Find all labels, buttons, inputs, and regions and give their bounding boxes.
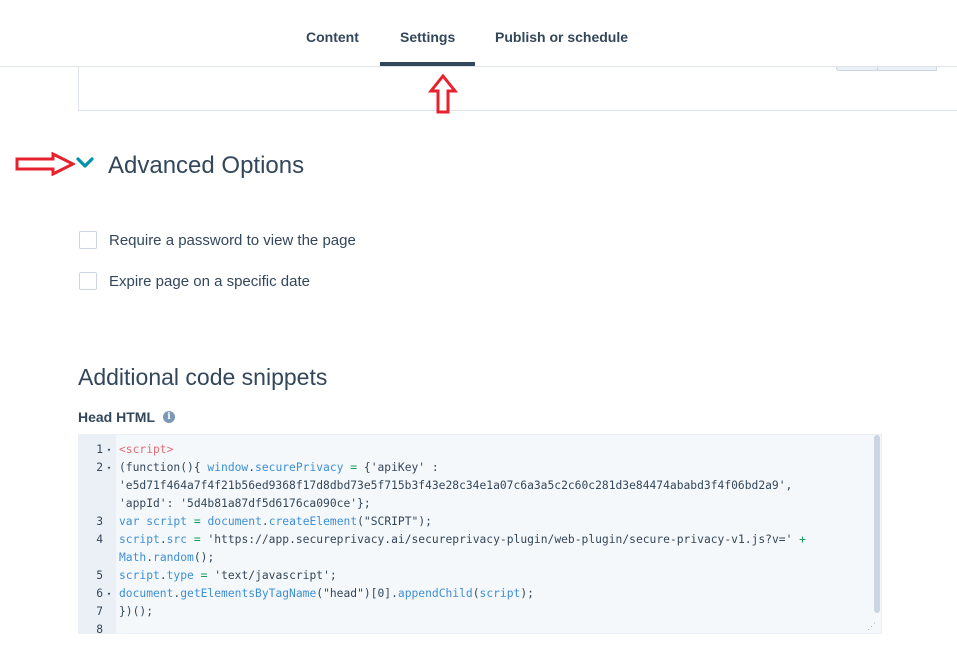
expire-page-checkbox[interactable] (79, 272, 97, 290)
resize-handle-icon[interactable]: ⋰ (867, 621, 877, 631)
tab-content[interactable]: Content (306, 29, 359, 45)
code-text[interactable]: Math.random(); (115, 549, 214, 567)
code-line[interactable]: 5 script.type = 'text/javascript'; (79, 567, 879, 585)
line-number (79, 495, 103, 513)
code-text[interactable]: <script> (115, 441, 173, 459)
line-number (79, 477, 103, 495)
code-text[interactable]: (function(){ window.securePrivacy = {'ap… (115, 459, 439, 477)
code-line[interactable]: Math.random(); (79, 549, 879, 567)
code-text[interactable]: var script = document.createElement("SCR… (115, 513, 432, 531)
code-line[interactable]: 4 script.src = 'https://app.secureprivacy… (79, 531, 879, 549)
line-number: 1 (96, 443, 103, 456)
head-html-label-text: Head HTML (78, 409, 155, 425)
active-tab-indicator (380, 62, 475, 66)
previous-section-box (78, 67, 957, 111)
code-content[interactable]: 1 ▾ <script> 2 ▾ (function(){ window.securePr… (79, 441, 879, 634)
partial-button[interactable] (836, 67, 878, 71)
info-icon[interactable]: i (163, 411, 175, 423)
line-number: 4 (96, 533, 103, 546)
annotation-arrow-right-icon (15, 152, 75, 176)
editor-scrollbar[interactable] (874, 435, 880, 613)
code-text[interactable]: 'e5d71f464a7f4f21b56ed9368f17d8dbd73e5f7… (115, 477, 792, 495)
tab-settings[interactable]: Settings (400, 29, 455, 45)
fold-toggle-icon[interactable]: ▾ (103, 441, 115, 459)
option-require-password[interactable]: Require a password to view the page (79, 231, 356, 249)
require-password-label[interactable]: Require a password to view the page (109, 232, 356, 249)
code-line[interactable]: 2 ▾ (function(){ window.securePrivacy = {'… (79, 459, 879, 477)
fold-toggle-icon[interactable]: ▾ (103, 459, 115, 477)
tab-publish-or-schedule[interactable]: Publish or schedule (495, 29, 628, 45)
code-line[interactable]: 8 (79, 621, 879, 634)
head-html-label: Head HTML i (78, 409, 175, 425)
top-tab-bar: Content Settings Publish or schedule (0, 0, 957, 67)
code-line[interactable]: 1 ▾ <script> (79, 441, 879, 459)
code-snippets-heading: Additional code snippets (78, 364, 328, 390)
line-number: 3 (96, 515, 103, 528)
line-number: 5 (96, 569, 103, 582)
line-number: 2 (96, 461, 103, 474)
code-text[interactable] (115, 621, 119, 633)
line-number: 6 (96, 587, 103, 600)
expire-page-label[interactable]: Expire page on a specific date (109, 273, 310, 290)
code-text[interactable]: script.type = 'text/javascript'; (115, 567, 337, 585)
option-expire-page[interactable]: Expire page on a specific date (79, 272, 310, 290)
code-text[interactable]: script.src = 'https://app.secureprivacy.… (115, 531, 806, 549)
fold-toggle-icon[interactable]: ▾ (103, 585, 115, 603)
code-text[interactable]: })(); (115, 603, 153, 621)
head-html-code-editor[interactable]: 1 ▾ <script> 2 ▾ (function(){ window.securePr… (78, 434, 882, 634)
chevron-down-icon[interactable] (75, 155, 95, 171)
code-line[interactable]: 'e5d71f464a7f4f21b56ed9368f17d8dbd73e5f7… (79, 477, 879, 495)
code-line[interactable]: 6 ▾ document.getElementsByTagName("head")[… (79, 585, 879, 603)
code-line[interactable]: 3 var script = document.createElement("SC… (79, 513, 879, 531)
code-text[interactable]: 'appId': '5d4b81a87df5d6176ca090ce'}; (115, 495, 371, 513)
line-number: 7 (96, 605, 103, 618)
code-line[interactable]: 7 })(); (79, 603, 879, 621)
line-number: 8 (96, 623, 103, 634)
code-line[interactable]: 'appId': '5d4b81a87df5d6176ca090ce'}; (79, 495, 879, 513)
code-text[interactable]: document.getElementsByTagName("head")[0]… (115, 585, 534, 603)
annotation-arrow-up-icon (428, 74, 458, 114)
partial-button-secondary[interactable] (877, 67, 937, 71)
require-password-checkbox[interactable] (79, 231, 97, 249)
advanced-options-heading[interactable]: Advanced Options (108, 152, 304, 180)
line-number (79, 549, 103, 567)
